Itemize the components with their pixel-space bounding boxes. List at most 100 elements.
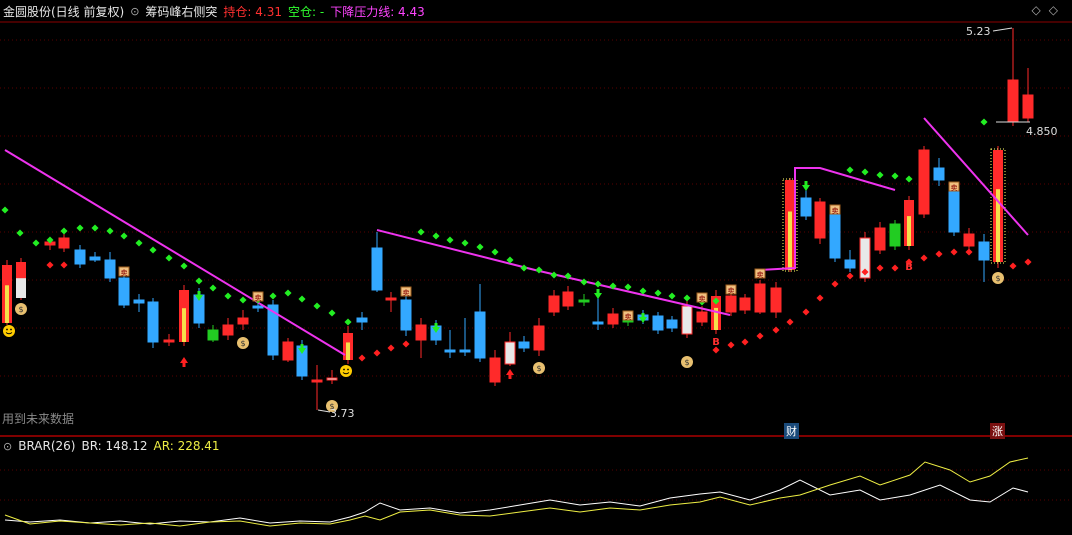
candle-67 [1007, 28, 1019, 126]
red-dot-9 [756, 332, 764, 340]
finance-marker[interactable]: 财 [784, 423, 799, 439]
money-bag-icon-5: $ [992, 272, 1004, 284]
red-dot-2 [358, 354, 366, 362]
candle-68 [1022, 68, 1034, 122]
candle-body [681, 305, 693, 335]
candle-43 [652, 312, 664, 334]
candle-49 [739, 294, 751, 314]
candle-body [74, 249, 86, 265]
sell-flag-icon-6: 卖 [754, 268, 766, 279]
sub-indicator-name[interactable]: BRAR(26) [18, 439, 75, 453]
stock-title[interactable]: 金圆股份(日线 前复权) [3, 3, 124, 20]
green-dot-4 [60, 227, 68, 235]
candle-61 [918, 146, 930, 218]
bag-symbol: $ [240, 339, 245, 348]
candlesticks[interactable] [2, 28, 1034, 410]
empty-label: 空仓: - [288, 4, 325, 19]
sub-toggle-icon[interactable]: ⊙ [3, 440, 12, 453]
red-dot-22 [950, 248, 958, 256]
smiley-eye [347, 368, 349, 371]
green-dot-0 [1, 206, 9, 214]
candle-body [666, 319, 678, 329]
low-annotation: 3.73 [317, 407, 355, 420]
candle-body [489, 357, 501, 383]
pressure-line-0 [4, 149, 346, 356]
green-dot-15 [224, 292, 232, 300]
candle-body [978, 241, 990, 261]
green-dot-45 [846, 166, 854, 174]
candle-body [504, 341, 516, 365]
candle-15 [237, 310, 249, 330]
candle-21 [326, 370, 338, 384]
sell-flag-icon-8: 卖 [948, 181, 960, 192]
sell-flag-icon-1: 卖 [252, 291, 264, 302]
indicator-toggle-icon[interactable]: ⊙ [130, 5, 139, 18]
down-arrow-icon-3 [594, 289, 602, 299]
indicator-name[interactable]: 筹码峰右侧突 [145, 3, 217, 20]
br-line [4, 479, 1029, 525]
candle-24 [371, 232, 383, 292]
window-controls[interactable]: ◇◇ [1032, 3, 1066, 17]
candle-core [788, 211, 792, 270]
green-dot-9 [135, 239, 143, 247]
smiley-eye [6, 328, 8, 331]
candle-10 [163, 334, 175, 346]
candle-body [311, 379, 323, 383]
sell-flag-icon-4: 卖 [696, 292, 708, 303]
green-dot-11 [165, 254, 173, 262]
red-dot-12 [802, 308, 810, 316]
sell-flag-icon-7: 卖 [829, 204, 841, 215]
candle-36 [548, 290, 560, 316]
flag-symbol: 卖 [625, 313, 632, 321]
flag-symbol: 卖 [121, 269, 128, 277]
green-dot-18 [269, 292, 277, 300]
candle-core [5, 285, 9, 323]
kline-chart[interactable]: $$$$$$卖卖卖卖卖卖卖卖卖BB 5.23 3.73 4.850 [0, 0, 1072, 535]
limit-up-marker[interactable]: 涨 [990, 423, 1005, 439]
green-dot-48 [891, 172, 899, 180]
candle-30 [459, 318, 471, 356]
money-bag-icon-4: $ [681, 356, 693, 368]
candle-body [282, 341, 294, 361]
candle-body [326, 377, 338, 381]
candle-18 [282, 338, 294, 362]
window-icon[interactable]: ◇ [1049, 3, 1066, 17]
buy-mark-1: B [905, 262, 913, 273]
candle-56 [844, 250, 856, 272]
green-dot-2 [32, 239, 40, 247]
candle-44 [666, 316, 678, 332]
green-dot-21 [313, 302, 321, 310]
candle-29 [444, 330, 456, 358]
smiley-face [340, 365, 352, 377]
green-dot-38 [624, 283, 632, 291]
candle-9 [147, 298, 159, 348]
candle-4 [74, 245, 86, 268]
bag-symbol: $ [18, 305, 23, 314]
candle-body [533, 325, 545, 351]
green-dot-47 [876, 171, 884, 179]
green-dot-20 [298, 295, 306, 303]
smiley-eye [343, 368, 345, 371]
green-dot-1 [16, 229, 24, 237]
green-dot-33 [550, 271, 558, 279]
candle-core [182, 308, 186, 342]
candle-54 [814, 198, 826, 244]
flag-symbol: 卖 [255, 294, 262, 302]
candle-27 [415, 318, 427, 358]
candle-body [400, 299, 412, 331]
diamond-icon[interactable]: ◇ [1032, 3, 1049, 17]
candle-body [963, 233, 975, 247]
candle-body [754, 283, 766, 313]
buy-mark-0: B [712, 337, 720, 348]
candle-body [89, 256, 101, 261]
red-dot-3 [373, 349, 381, 357]
candle-33 [504, 332, 516, 366]
candle-64 [963, 228, 975, 250]
green-dot-13 [195, 277, 203, 285]
candle-65 [978, 234, 990, 282]
candle-31 [474, 284, 486, 362]
candle-14 [222, 318, 234, 340]
candle-body [829, 211, 841, 259]
red-dot-8 [741, 338, 749, 346]
candle-11 [179, 285, 189, 346]
